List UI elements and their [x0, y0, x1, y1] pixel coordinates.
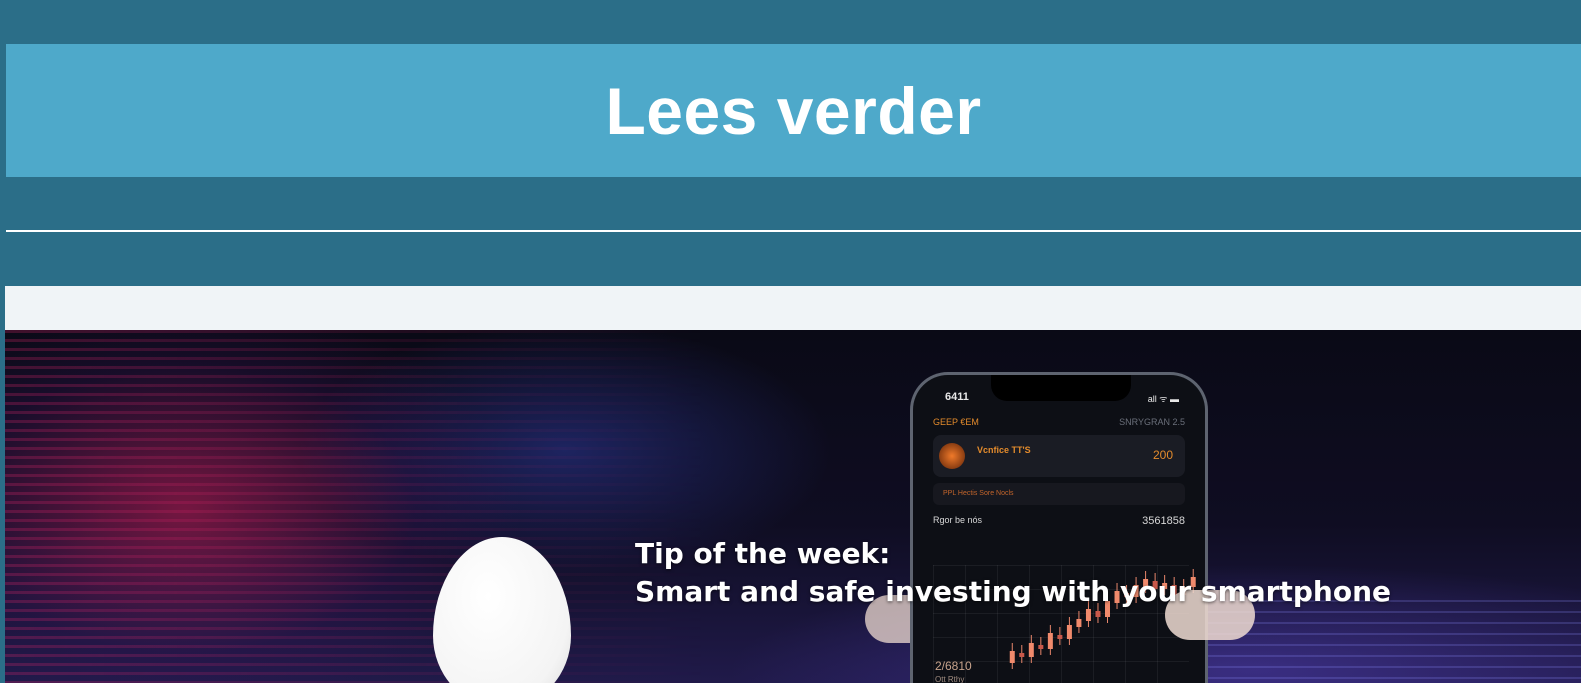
- phone-alert: PPL Hectis Sore Nocls: [933, 483, 1185, 505]
- candle: [1038, 645, 1044, 649]
- glitch-streaks-left: [5, 330, 705, 683]
- phone-header-right: SNRYGRAN 2.5: [1119, 417, 1185, 427]
- coin-icon: [939, 443, 965, 469]
- phone-coin-card: Vcnfice TT'S 200: [933, 435, 1185, 477]
- phone-balance: Rgor be nós 3561858: [933, 515, 1185, 527]
- candle: [1028, 643, 1034, 657]
- candle: [1009, 651, 1015, 663]
- phone-price-sub: Ott Rthy: [935, 675, 965, 683]
- hero-headline: Tip of the week: Smart and safe investin…: [635, 535, 1391, 611]
- candle: [1095, 611, 1101, 617]
- article-card[interactable]: 6411 all ᯤ ▬ GEEP €EM SNRYGRAN 2.5 Vcnfi…: [5, 286, 1581, 683]
- phone-coin-value: 200: [1152, 448, 1173, 462]
- hero-headline-line1: Tip of the week:: [635, 537, 891, 570]
- phone-price: 2/6810: [935, 659, 972, 673]
- phone-balance-label: Rgor be nós: [933, 515, 983, 525]
- phone-time: 6411: [945, 391, 969, 403]
- phone-header: GEEP €EM SNRYGRAN 2.5: [933, 417, 1185, 427]
- hero-image[interactable]: 6411 all ᯤ ▬ GEEP €EM SNRYGRAN 2.5 Vcnfi…: [5, 330, 1581, 683]
- phone-coin-title: Vcnfice TT'S: [977, 445, 1031, 455]
- hero-headline-line2: Smart and safe investing with your smart…: [635, 575, 1391, 608]
- candle: [1076, 619, 1082, 627]
- phone-notch: [991, 375, 1131, 401]
- candle: [1057, 635, 1063, 639]
- read-more-button[interactable]: Lees verder: [6, 44, 1581, 177]
- candle: [1066, 625, 1072, 639]
- divider: [6, 230, 1581, 232]
- phone-balance-value: 3561858: [1142, 515, 1185, 527]
- candle: [1019, 653, 1025, 657]
- page: Lees verder 6411 all ᯤ ▬ GEEP €EM SNRYGR…: [0, 0, 1581, 683]
- phone-status-icons: all ᯤ ▬: [1147, 394, 1179, 404]
- candle: [1047, 633, 1053, 649]
- phone-header-left: GEEP €EM: [933, 417, 979, 427]
